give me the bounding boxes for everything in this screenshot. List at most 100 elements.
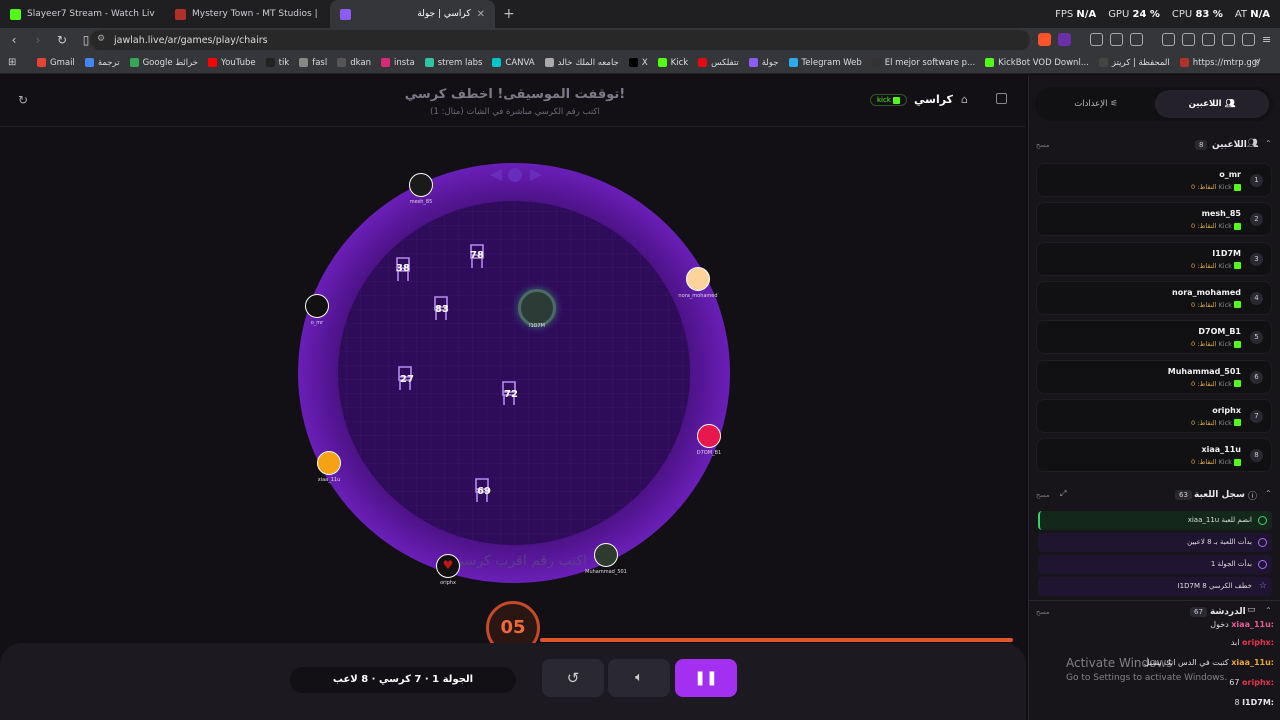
game-header: ↻ توقفت الموسيقى! اخطف كرسي! اكتب رقم ال…: [0, 75, 1026, 127]
bookmark-favicon-icon: [208, 58, 218, 67]
bookmark-item[interactable]: YouTube: [203, 58, 261, 68]
bookmark-item[interactable]: Google خرائط: [125, 58, 203, 68]
brave-shield-icon[interactable]: [1038, 33, 1051, 46]
reload-icon[interactable]: ↻: [52, 33, 72, 47]
round-info-text: الجولة 1 · 7 كرسي · 8 لاعب: [332, 674, 474, 685]
bookmark-item[interactable]: جامعه الملك خالد: [540, 58, 624, 68]
restart-button[interactable]: ↺: [542, 659, 604, 697]
kick-logo-icon: [1234, 419, 1241, 427]
bookmark-item[interactable]: dkan: [332, 58, 376, 68]
close-tab-icon[interactable]: ✕: [477, 9, 485, 20]
browser-tab-active[interactable]: كراسي | جولة ✕: [330, 0, 495, 28]
wallet-icon[interactable]: [1202, 33, 1215, 46]
clear-chat-button[interactable]: مسح: [1036, 608, 1049, 616]
bookmark-item[interactable]: fasl: [294, 58, 332, 68]
bookmark-item[interactable]: tik: [261, 58, 295, 68]
tab-players[interactable]: اللاعبين 👥︎: [1155, 90, 1269, 118]
bookmark-item[interactable]: Kick: [653, 58, 694, 68]
player-token-name: mesh_85: [409, 199, 433, 205]
bookmark-item[interactable]: https://mtrp.gg/: [1175, 58, 1265, 68]
bookmark-item[interactable]: strem labs: [420, 58, 488, 68]
player-row: 6 Muhammad_501 النقاط: 0 Kick: [1036, 359, 1272, 394]
log-count: 63: [1175, 490, 1192, 500]
players-count: 8: [1195, 140, 1208, 150]
clear-players-button[interactable]: مسح: [1036, 141, 1049, 149]
bookmark-item[interactable]: KickBot VOD Downl...: [980, 58, 1094, 68]
expand-icon[interactable]: ⤢: [1060, 489, 1066, 499]
avatar: [686, 267, 710, 291]
bookmark-label: https://mtrp.gg/: [1192, 57, 1261, 68]
log-entry: بدأت الجولة 1: [1038, 555, 1272, 574]
chat-message: 8 I1D7M:: [1234, 698, 1274, 707]
sound-button[interactable]: 🔈︎: [608, 659, 670, 697]
address-bar[interactable]: ⚙ jawlah.live/ar/games/play/chairs: [90, 30, 1030, 50]
bookmark-label: El mejor software p...: [884, 57, 976, 68]
player-points: النقاط: 0: [1191, 183, 1217, 191]
download-icon[interactable]: [1110, 33, 1123, 46]
extensions-icon[interactable]: [1090, 33, 1103, 46]
player-name: D7OM_B1: [1198, 327, 1241, 337]
apps-icon[interactable]: ⊞: [8, 57, 16, 68]
player-row: 7 oriphx النقاط: 0 Kick: [1036, 398, 1272, 433]
bookmark-favicon-icon: [628, 58, 638, 67]
player-row: 8 xiaa_11u النقاط: 0 Kick: [1036, 438, 1272, 473]
player-platform: Kick: [1218, 222, 1232, 231]
section-divider: [1028, 600, 1280, 601]
player-platform: Kick: [1218, 261, 1232, 270]
chat-message: دخول xiaa_11u:: [1210, 620, 1274, 629]
bookmark-item[interactable]: Telegram Web: [784, 58, 867, 68]
vpn-icon[interactable]: [1242, 33, 1255, 46]
browser-tab[interactable]: Slayeer7 Stream - Watch Live on Kick: [0, 0, 165, 28]
arena-grid: [338, 201, 690, 545]
avatar: [409, 173, 433, 197]
player-points: النقاط: 0: [1191, 418, 1217, 427]
clear-log-button[interactable]: مسح: [1036, 491, 1049, 499]
bookmark-item[interactable]: Gmail: [32, 58, 80, 68]
bookmark-item[interactable]: X: [624, 58, 653, 68]
collapse-icon[interactable]: ⌃: [1265, 606, 1272, 615]
browser-tab-bar: Slayeer7 Stream - Watch Live on Kick Mys…: [0, 0, 1280, 28]
player-platform: Kick: [1218, 183, 1232, 191]
player-name: Muhammad_501: [1167, 366, 1241, 376]
player-meta: النقاط: 0 Kick: [1191, 458, 1241, 466]
refresh-icon[interactable]: ↻: [18, 93, 28, 107]
bookmark-favicon-icon: [748, 58, 758, 67]
bookmark-item[interactable]: تتفلكس: [693, 58, 744, 68]
bookmark-item[interactable]: جولة: [744, 58, 784, 68]
sidebar-icon[interactable]: [1182, 33, 1195, 46]
link-icon[interactable]: [1130, 33, 1143, 46]
panel-toggle-icon[interactable]: [996, 93, 1007, 104]
leo-icon[interactable]: [1222, 33, 1235, 46]
new-tab-icon[interactable]: +: [495, 6, 523, 22]
site-info-icon[interactable]: ⚙: [97, 34, 105, 44]
info-icon: ⓘ: [1248, 492, 1258, 502]
bookmark-item[interactable]: El mejor software p...: [867, 58, 980, 68]
more-bookmarks-icon[interactable]: »: [1254, 56, 1260, 67]
stat-extra: AT: [1234, 8, 1248, 20]
browser-toolbar: ‹ › ↻ ▯ ⚙ jawlah.live/ar/games/play/chai…: [0, 28, 1280, 52]
kick-logo-icon: [1234, 458, 1241, 466]
media-icon[interactable]: [1162, 33, 1175, 46]
collapse-icon[interactable]: ⌃: [1265, 139, 1272, 148]
bookmark-item[interactable]: insta: [376, 58, 420, 68]
pause-button[interactable]: ❚❚: [675, 659, 737, 697]
user-join-icon: [1258, 516, 1267, 525]
player-token: xiaa_11u: [308, 451, 350, 483]
menu-icon[interactable]: ≡: [1262, 33, 1275, 46]
chat-user: oriphx:: [1242, 638, 1274, 647]
bookmark-item[interactable]: ترجمة: [80, 58, 125, 68]
bookmark-item[interactable]: المحفظة | كريتز: [1094, 58, 1175, 68]
collapse-icon[interactable]: ⌃: [1265, 489, 1272, 498]
tab-title: كراسي | جولة: [417, 9, 471, 19]
home-icon[interactable]: ⌂: [961, 93, 968, 106]
forward-icon[interactable]: ›: [28, 33, 48, 47]
rewards-icon[interactable]: [1058, 33, 1071, 46]
browser-tab[interactable]: Mystery Town - MT Studios | MTRP |: [165, 0, 330, 28]
back-icon[interactable]: ‹: [4, 33, 24, 47]
player-name: o_mr: [1219, 170, 1241, 179]
tab-settings[interactable]: الإعدادات ⚟: [1039, 90, 1153, 118]
chat-header: الدردشة: [1210, 607, 1246, 617]
bookmark-item[interactable]: CANVA: [487, 58, 539, 68]
chair-number: 69: [477, 486, 491, 497]
kick-logo-icon: [1234, 340, 1241, 348]
